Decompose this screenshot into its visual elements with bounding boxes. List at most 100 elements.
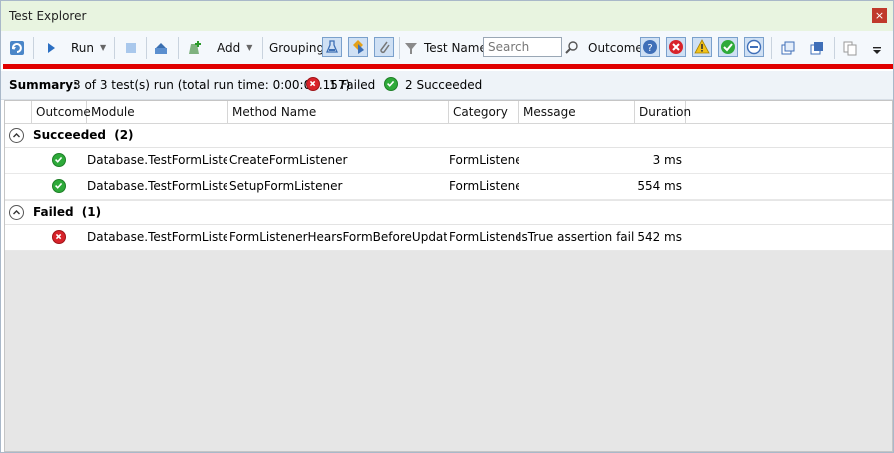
window-title: Test Explorer [9, 9, 87, 23]
passed-icon [52, 179, 66, 193]
outcome-unknown-toggle[interactable]: ? [640, 37, 660, 57]
toolbar-separator [33, 37, 34, 59]
cell-category: FormListener [449, 179, 519, 193]
test-results-grid: Outcome Module Method Name Category Mess… [4, 100, 893, 452]
cell-duration: 554 ms [637, 179, 682, 193]
add-icon [189, 40, 201, 54]
cell-module: Database.TestFormListener [87, 179, 227, 193]
refresh-button[interactable] [9, 31, 25, 64]
failed-icon [306, 77, 320, 91]
toolbar-separator [114, 37, 115, 59]
stop-icon [126, 42, 136, 53]
toolbar-separator [146, 37, 147, 59]
add-label: Add [217, 40, 241, 55]
copy-button[interactable] [842, 31, 858, 64]
outcome-passed-icon [721, 40, 735, 54]
table-row[interactable]: Database.TestFormListener CreateFormList… [5, 148, 892, 174]
outcome-failed-toggle[interactable] [666, 37, 686, 57]
toolbar-separator [834, 37, 835, 59]
column-header-outcome[interactable]: Outcome [32, 101, 91, 123]
table-row[interactable]: Database.TestFormListener FormListenerHe… [5, 225, 892, 251]
refresh-icon [10, 40, 24, 55]
cell-module: Database.TestFormListener [87, 230, 227, 244]
test-name-label: Test Name [424, 40, 487, 55]
close-button[interactable]: × [872, 8, 887, 23]
toolbar-separator [178, 37, 179, 59]
chevron-up-icon [13, 133, 20, 138]
toolbar-separator [399, 37, 400, 59]
group-flask-icon [326, 40, 338, 53]
run-menu-button[interactable]: Run ▼ [71, 31, 106, 64]
run-icon [48, 42, 55, 53]
table-row[interactable]: Database.TestFormListener SetupFormListe… [5, 174, 892, 200]
group-count: (2) [114, 128, 134, 142]
group-header-failed[interactable]: Failed (1) [5, 201, 892, 225]
search-icon [565, 40, 578, 54]
overflow-icon [873, 46, 881, 54]
collapse-toggle[interactable] [9, 128, 24, 143]
search-input[interactable] [483, 37, 562, 57]
group-by-class-toggle[interactable] [322, 37, 342, 57]
expand-all-icon [781, 41, 795, 54]
summary-bar: Summary: 3 of 3 test(s) run (total run t… [1, 71, 893, 100]
outcome-skipped-icon [746, 39, 762, 55]
outcome-warning-toggle[interactable] [692, 37, 712, 57]
failed-count-link[interactable]: 1 Failed [329, 78, 375, 92]
group-by-attachment-toggle[interactable] [374, 37, 394, 57]
cell-duration: 542 ms [637, 230, 682, 244]
test-explorer-window: Test Explorer × Run ▼ Add ▼ Grouping Tes… [0, 0, 894, 453]
run-label: Run [71, 40, 95, 55]
run-button[interactable] [43, 31, 59, 64]
expand-all-button[interactable] [780, 31, 796, 64]
column-header-category[interactable]: Category [449, 101, 519, 123]
group-by-category-toggle[interactable] [348, 37, 368, 57]
collapse-toggle[interactable] [9, 205, 24, 220]
filter-button[interactable] [403, 31, 419, 64]
chevron-down-icon: ▼ [246, 43, 253, 52]
collapse-all-button[interactable] [809, 31, 825, 64]
group-attachment-icon [380, 41, 390, 54]
search-button[interactable] [564, 31, 580, 64]
toolbar: Run ▼ Add ▼ Grouping Test Name Search Ou… [1, 31, 893, 64]
outcome-passed-toggle[interactable] [718, 37, 738, 57]
outcome-skipped-toggle[interactable] [744, 37, 764, 57]
add-test-button[interactable] [187, 31, 203, 64]
group-title: Succeeded [33, 128, 107, 142]
column-header-spacer [5, 101, 32, 123]
toolbar-separator [771, 37, 772, 59]
import-icon [155, 42, 167, 54]
succeeded-count-link[interactable]: 2 Succeeded [405, 78, 482, 92]
column-header-duration[interactable]: Duration [635, 101, 691, 123]
column-header-method-name[interactable]: Method Name [228, 101, 449, 123]
chevron-down-icon: ▼ [100, 43, 107, 52]
failed-icon [52, 230, 66, 244]
status-progress-bar [3, 64, 893, 69]
passed-icon [52, 153, 66, 167]
filter-icon [405, 42, 417, 54]
toolbar-overflow-button[interactable] [871, 31, 887, 64]
group-category-icon [353, 40, 364, 54]
svg-text:?: ? [647, 43, 652, 54]
title-bar: Test Explorer × [1, 1, 893, 31]
close-icon: × [874, 9, 885, 22]
toolbar-separator [262, 37, 263, 59]
stop-button[interactable] [123, 31, 139, 64]
import-button[interactable] [153, 31, 169, 64]
column-header-message[interactable]: Message [519, 101, 635, 123]
passed-icon [384, 77, 398, 91]
outcome-failed-icon [669, 40, 683, 54]
chevron-up-icon [13, 210, 20, 215]
add-menu-button[interactable]: Add ▼ [217, 31, 252, 64]
cell-duration: 3 ms [652, 153, 682, 167]
column-header-module[interactable]: Module [87, 101, 228, 123]
outcome-warning-icon [694, 39, 710, 54]
cell-module: Database.TestFormListener [87, 153, 227, 167]
cell-method-name: CreateFormListener [229, 153, 348, 167]
cell-method-name: FormListenerHearsFormBeforeUpdateEvent [229, 230, 447, 244]
copy-icon [843, 41, 857, 55]
cell-message [518, 148, 634, 173]
collapse-all-icon [810, 41, 823, 54]
cell-message: IsTrue assertion failed. [518, 230, 634, 244]
cell-method-name: SetupFormListener [229, 179, 343, 193]
group-header-succeeded[interactable]: Succeeded (2) [5, 124, 892, 148]
